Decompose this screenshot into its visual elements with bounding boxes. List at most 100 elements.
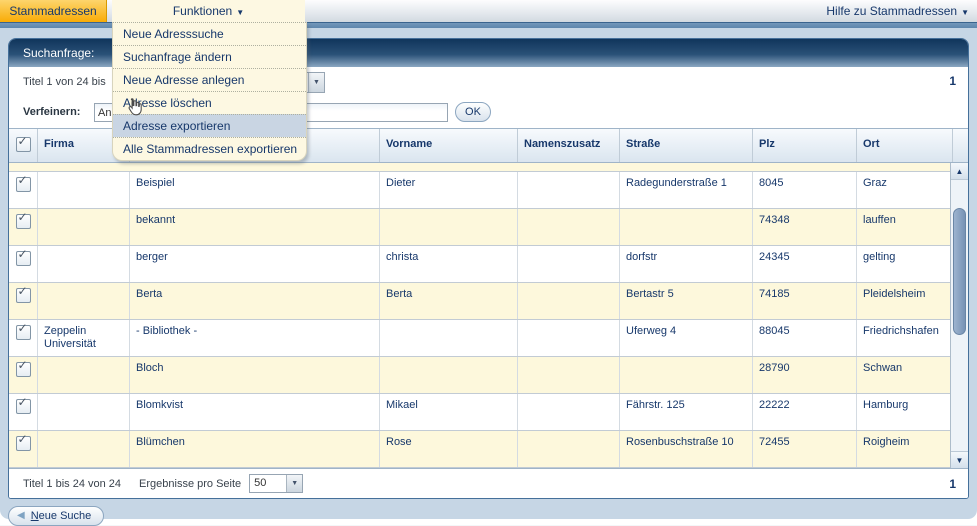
refine-label: Verfeinern: [23,106,80,118]
check-icon: ✓ [18,433,28,446]
cell-namenszusatz [517,394,619,430]
cell-ort: gelting [856,246,951,282]
chevron-down-icon: ▼ [961,8,969,17]
select-arrow-icon[interactable]: ▼ [308,73,324,92]
table-row[interactable]: ✓ Berta Berta Bertastr 5 74185 Pleidelsh… [9,283,951,320]
cell-plz: 74185 [752,283,856,319]
table-body: ✓ Beispiel Dieter Radegunderstraße 1 804… [9,163,968,468]
select-arrow-icon[interactable]: ▼ [286,475,302,492]
check-icon: ✓ [18,359,28,372]
row-checkbox[interactable]: ✓ [9,357,37,393]
column-header-strasse[interactable]: Straße [619,129,752,162]
cell-vorname: Mikael [379,394,517,430]
check-icon: ✓ [18,396,28,409]
tab-stammadressen[interactable]: Stammadressen [0,0,107,22]
table-row[interactable]: ✓ bekannt 74348 lauffen [9,209,951,246]
cell-firma: Zeppelin Universität [37,320,129,356]
cell-firma [37,246,129,282]
table-row[interactable]: ✓ Blümchen Rose Rosenbuschstraße 10 7245… [9,431,951,468]
cell-firma [37,172,129,208]
scroll-up-button[interactable]: ▲ [951,163,968,180]
table-row[interactable]: ✓ Bloch 28790 Schwan [9,357,951,394]
cell-ort: Friedrichshafen [856,320,951,356]
vertical-scrollbar[interactable]: ▲ ▼ [950,163,968,468]
cell-firma [37,283,129,319]
column-header-namenszusatz[interactable]: Namenszusatz [517,129,619,162]
funktionen-dropdown-menu: Neue Adresssuche Suchanfrage ändern Neue… [112,22,307,161]
bottom-button-bar: ◀ Neue Suche [8,505,104,526]
cell-plz: 24345 [752,246,856,282]
new-search-button[interactable]: ◀ Neue Suche [8,506,104,526]
menu-hilfe[interactable]: Hilfe zu Stammadressen ▼ [826,0,969,22]
cell-firma [37,357,129,393]
cell-strasse: Rosenbuschstraße 10 [619,431,752,467]
check-icon: ✓ [18,322,28,335]
cell-vorname: Berta [379,283,517,319]
menu-item-suchanfrage-aendern[interactable]: Suchanfrage ändern [113,45,306,68]
help-label: Hilfe zu Stammadressen [826,4,957,18]
menu-item-neue-adresssuche[interactable]: Neue Adresssuche [113,22,306,45]
per-page-select-value: 50 [250,475,286,492]
cell-strasse [619,209,752,245]
per-page-label: Ergebnisse pro Seite [139,478,241,490]
cell-vorname: Dieter [379,172,517,208]
row-checkbox[interactable]: ✓ [9,209,37,245]
cell-plz: 74348 [752,209,856,245]
cell-namenszusatz [517,320,619,356]
row-checkbox[interactable]: ✓ [9,283,37,319]
page-number-bottom: 1 [949,477,956,491]
cell-vorname: Rose [379,431,517,467]
per-page-select[interactable]: 50 ▼ [249,474,303,493]
cell-strasse: Radegunderstraße 1 [619,172,752,208]
chevron-down-icon: ▼ [236,8,244,17]
cell-ort: lauffen [856,209,951,245]
cell-ort: Hamburg [856,394,951,430]
check-icon: ✓ [18,174,28,187]
check-icon: ✓ [18,248,28,261]
cell-firma [37,431,129,467]
row-checkbox[interactable]: ✓ [9,394,37,430]
cell-name: berger [129,246,379,282]
row-checkbox[interactable]: ✓ [9,431,37,467]
column-header-plz[interactable]: Plz [752,129,856,162]
table-row[interactable]: ✓ Beispiel Dieter Radegunderstraße 1 804… [9,172,951,209]
column-header-ort[interactable]: Ort [856,129,952,162]
table-row[interactable]: ✓ Zeppelin Universität - Bibliothek - Uf… [9,320,951,357]
menu-item-alle-stammadressen-exportieren[interactable]: Alle Stammadressen exportieren [113,137,306,160]
cell-plz: 28790 [752,357,856,393]
cell-strasse: Fährstr. 125 [619,394,752,430]
row-checkbox[interactable]: ✓ [9,172,37,208]
table-row[interactable]: ✓ Blomkvist Mikael Fährstr. 125 22222 Ha… [9,394,951,431]
cell-namenszusatz [517,172,619,208]
cell-name: Bloch [129,357,379,393]
partial-scrolled-row [9,163,951,172]
row-checkbox[interactable]: ✓ [9,246,37,282]
table-footer: Titel 1 bis 24 von 24 Ergebnisse pro Sei… [9,468,968,498]
cell-strasse: dorfstr [619,246,752,282]
cell-strasse [619,357,752,393]
row-checkbox[interactable]: ✓ [9,320,37,356]
select-all-checkbox[interactable]: ✓ [9,129,37,162]
column-header-vorname[interactable]: Vorname [379,129,517,162]
menu-funktionen[interactable]: Funktionen▼ [112,0,305,22]
cell-name: Blümchen [129,431,379,467]
cell-namenszusatz [517,246,619,282]
result-info: Titel 1 von 24 bis [23,76,106,88]
cell-name: Blomkvist [129,394,379,430]
check-icon: ✓ [18,211,28,224]
scroll-down-button[interactable]: ▼ [951,451,968,468]
cell-plz: 88045 [752,320,856,356]
menu-item-neue-adresse-anlegen[interactable]: Neue Adresse anlegen [113,68,306,91]
check-icon: ✓ [18,285,28,298]
range-info: Titel 1 bis 24 von 24 [23,478,121,490]
cell-ort: Roigheim [856,431,951,467]
cursor-hand-icon [126,97,142,121]
cell-firma [37,394,129,430]
cell-strasse: Bertastr 5 [619,283,752,319]
cell-namenszusatz [517,209,619,245]
scrollbar-thumb[interactable] [953,208,966,335]
app-window: Stammadressen Hilfe zu Stammadressen ▼ Fu… [0,0,977,525]
new-search-label: Neue Suche [31,510,92,522]
table-row[interactable]: ✓ berger christa dorfstr 24345 gelting [9,246,951,283]
ok-button[interactable]: OK [455,102,491,122]
